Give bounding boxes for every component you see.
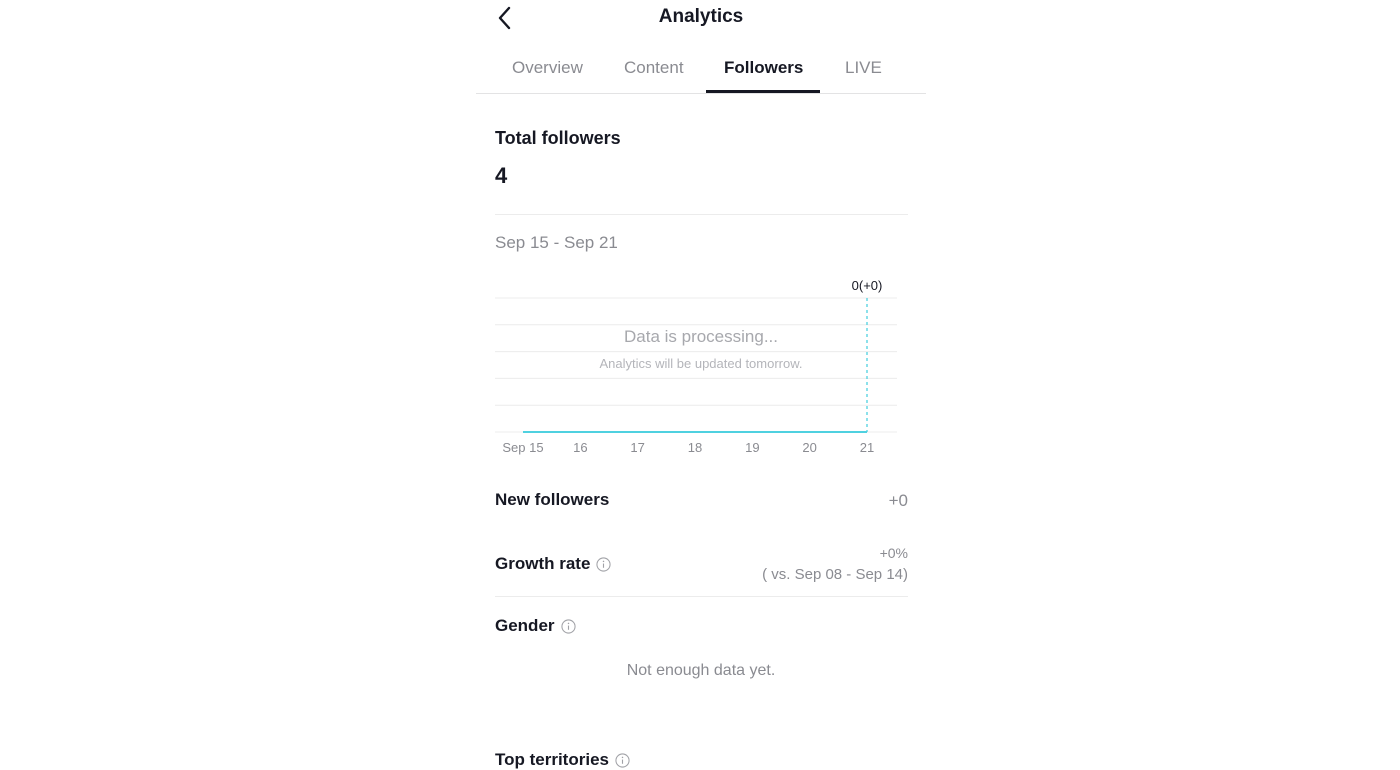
growth-rate-label-text: Growth rate [495, 554, 591, 573]
divider [495, 596, 908, 597]
growth-rate-comparison: ( vs. Sep 08 - Sep 14) [762, 566, 908, 583]
date-range: Sep 15 - Sep 21 [495, 233, 618, 252]
page-title: Analytics [658, 6, 744, 27]
top-territories-label-text: Top territories [495, 750, 609, 769]
new-followers-value: +0 [888, 491, 908, 510]
analytics-screen: Analytics Overview Content Followers LIV… [476, 0, 926, 770]
x-tick-label: 20 [802, 440, 816, 455]
gender-label-text: Gender [495, 616, 555, 635]
top-territories-label: Top territories [495, 750, 630, 770]
total-followers-value: 4 [495, 163, 508, 188]
x-tick-label: 18 [688, 440, 702, 455]
info-icon[interactable] [615, 752, 630, 768]
gender-empty-state: Not enough data yet. [626, 662, 776, 679]
total-followers-label: Total followers [495, 128, 621, 148]
tab-followers[interactable]: Followers [724, 58, 803, 78]
tab-bar: Overview Content Followers LIVE [476, 48, 926, 94]
tab-content[interactable]: Content [624, 58, 684, 78]
x-tick-label: Sep 15 [502, 440, 543, 455]
new-followers-label: New followers [495, 490, 609, 510]
chart-overlay-subtitle: Analytics will be updated tomorrow. [599, 356, 802, 371]
x-tick-label: 21 [860, 440, 874, 455]
divider [495, 214, 908, 215]
info-icon[interactable] [596, 556, 611, 572]
tab-live[interactable]: LIVE [845, 58, 882, 78]
header: Analytics [476, 0, 926, 40]
active-tab-indicator [706, 90, 820, 93]
growth-rate-value: +0% [879, 545, 908, 561]
x-tick-label: 17 [630, 440, 644, 455]
info-icon[interactable] [560, 618, 576, 634]
chart-overlay-title: Data is processing... [624, 327, 778, 346]
x-tick-label: 16 [573, 440, 587, 455]
highlight-label: 0(+0) [852, 278, 883, 293]
followers-chart: 0(+0) Sep 15 16 17 18 19 20 21 Data is processin… [495, 278, 897, 455]
growth-rate-label: Growth rate [495, 554, 611, 574]
gender-label: Gender [495, 616, 576, 636]
tab-overview[interactable]: Overview [512, 58, 583, 78]
x-tick-label: 19 [745, 440, 759, 455]
new-followers-label-text: New followers [495, 490, 610, 509]
